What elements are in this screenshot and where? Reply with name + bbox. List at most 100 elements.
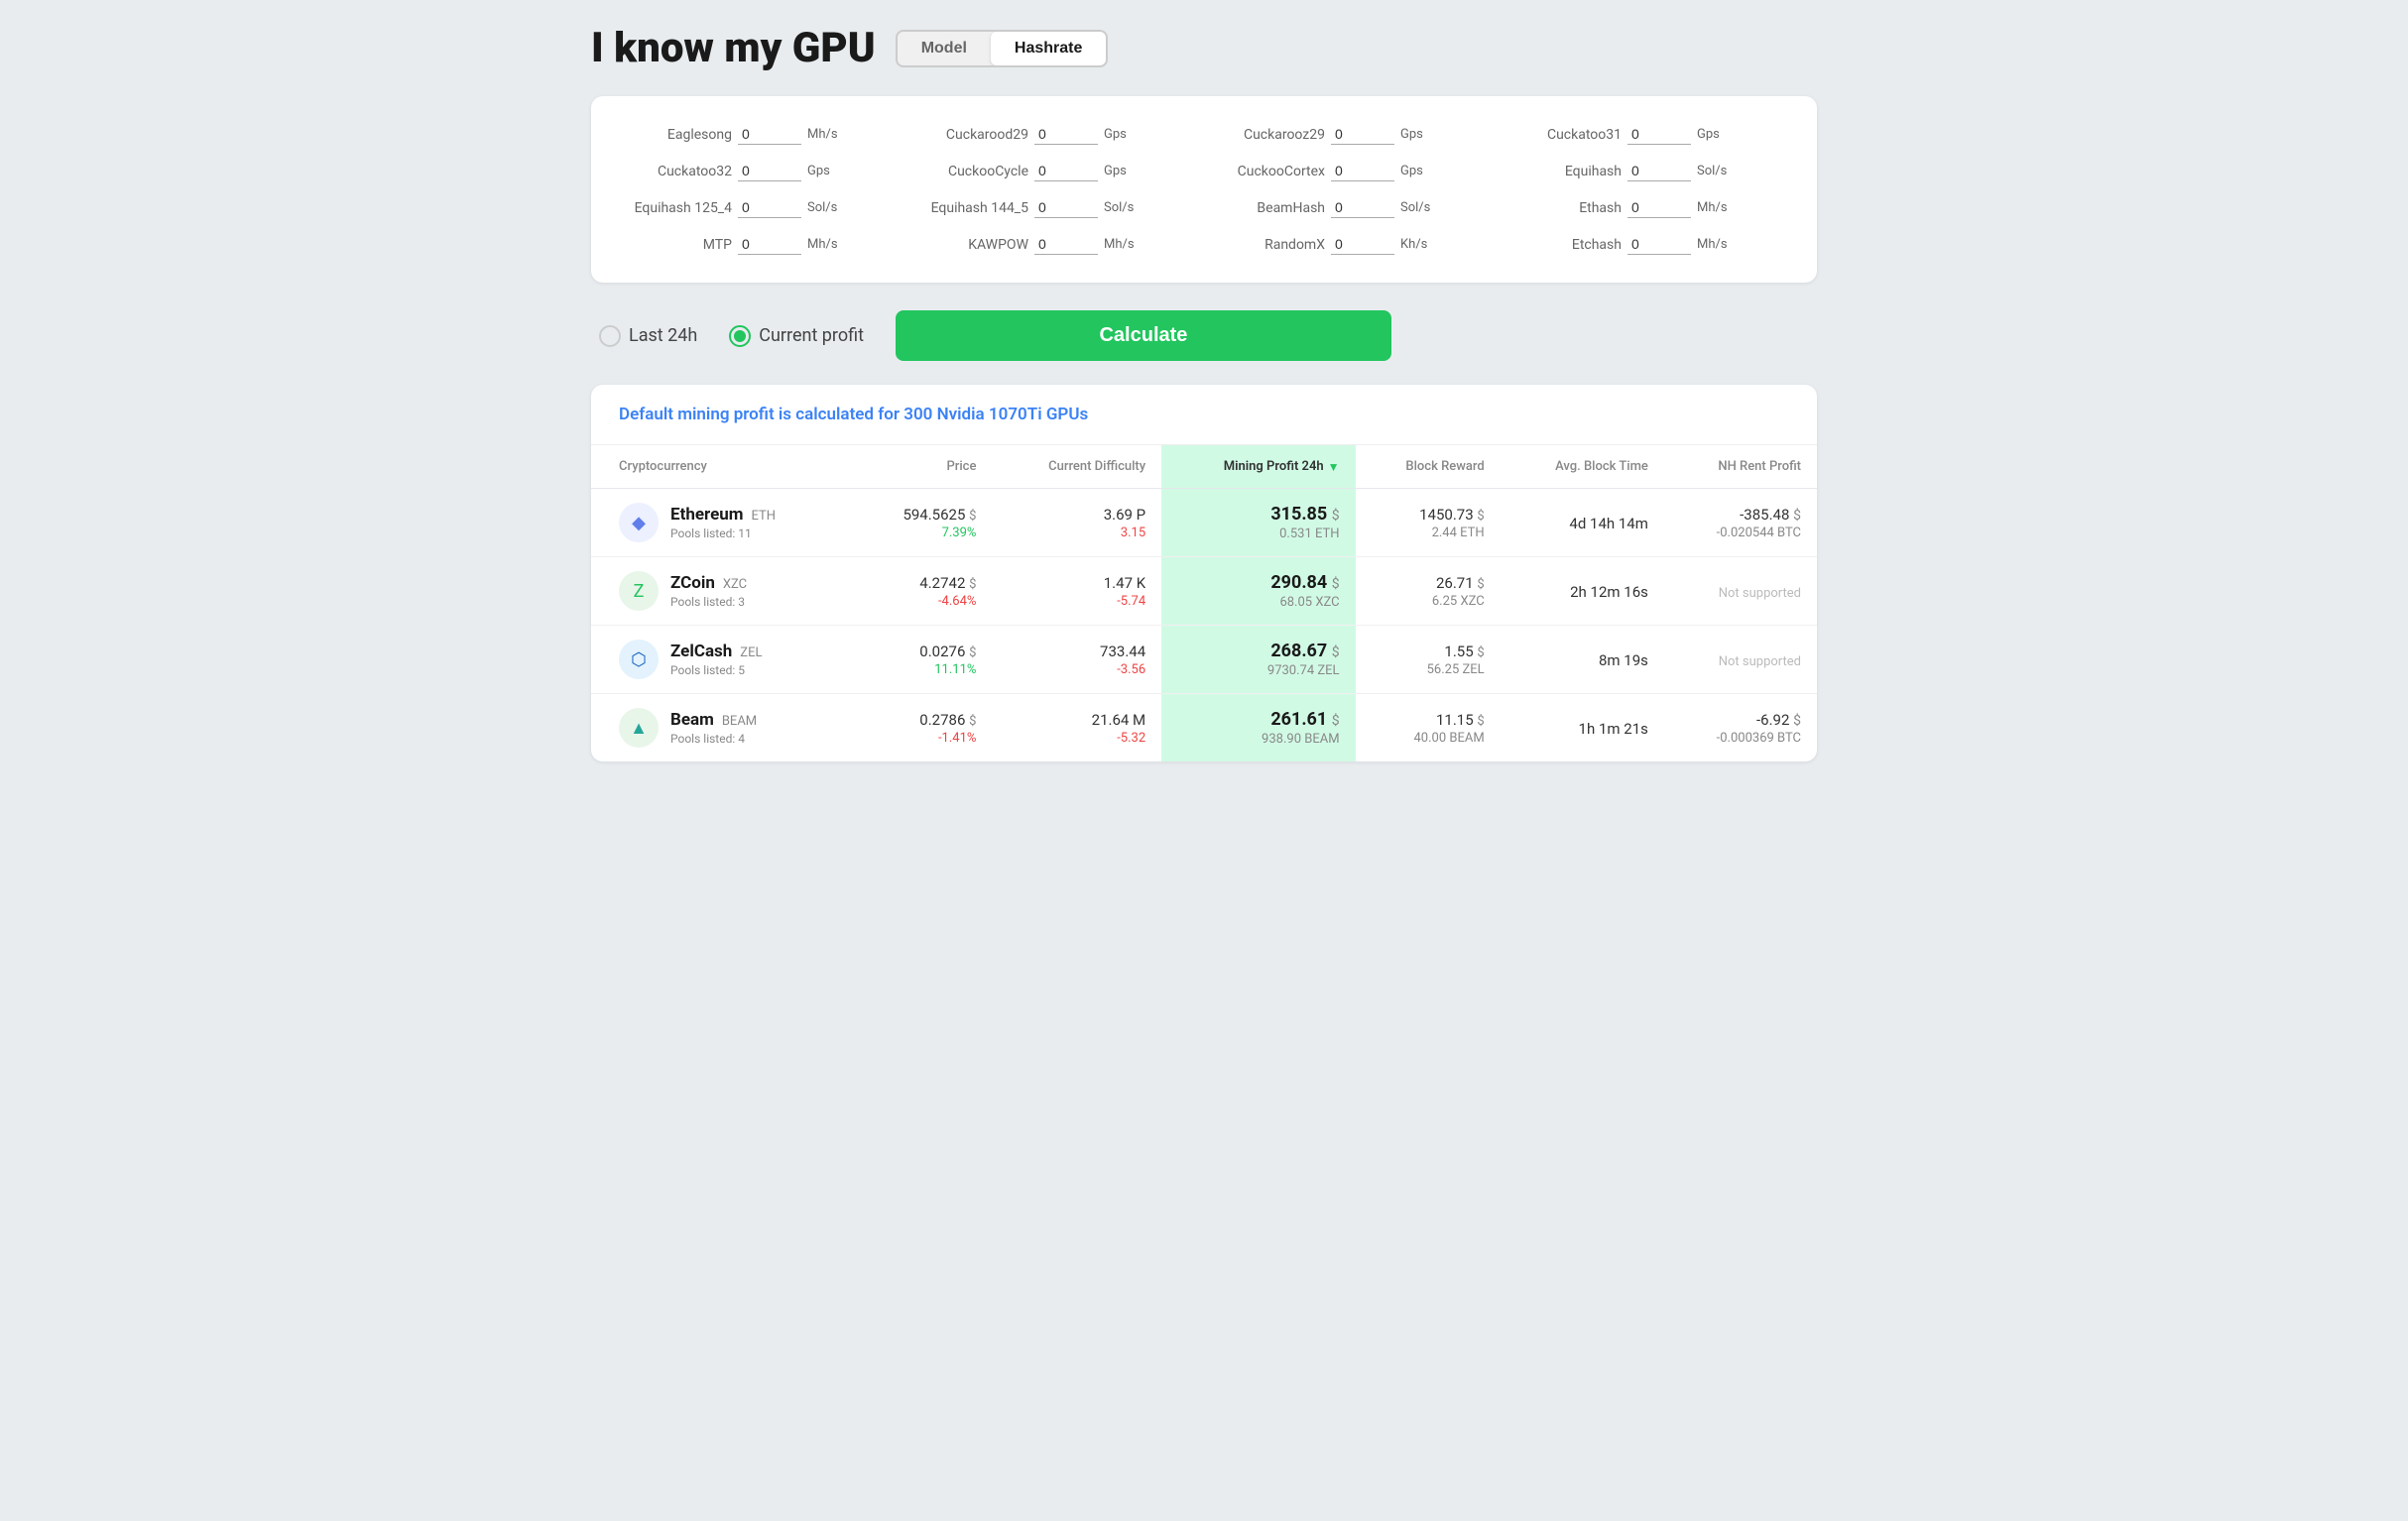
crypto-icon-0: ◆: [619, 503, 659, 542]
input-label-3: Cuckatoo31: [1512, 127, 1622, 143]
block-time-2: 8m 19s: [1599, 651, 1648, 669]
crypto-info-2: ZelCash ZEL Pools listed: 5: [670, 642, 762, 677]
input-label-6: CuckooCortex: [1216, 164, 1325, 179]
unit-label-13: Mh/s: [1104, 237, 1135, 252]
current-profit-label: Current profit: [759, 325, 864, 346]
hashrate-input-13[interactable]: [1034, 234, 1098, 255]
hashrate-group-equihash-125_4: Equihash 125_4 Sol/s: [623, 197, 896, 218]
block-main-3: 11.15 $: [1372, 711, 1485, 729]
price-change-0: 7.39%: [870, 526, 976, 540]
hashrate-input-1[interactable]: [1034, 124, 1098, 145]
profit-main-2: 268.67 $: [1177, 641, 1339, 661]
block-time-1: 2h 12m 16s: [1570, 583, 1648, 601]
mode-toggle[interactable]: Model Hashrate: [896, 30, 1109, 67]
hashrate-input-10[interactable]: [1331, 197, 1394, 218]
mode-hashrate-button[interactable]: Hashrate: [991, 32, 1106, 65]
block-sub-0: 2.44 ETH: [1372, 526, 1485, 540]
nh-not-supported: Not supported: [1719, 586, 1801, 601]
profit-table: Cryptocurrency Price Current Difficulty …: [591, 445, 1817, 761]
input-label-11: Ethash: [1512, 200, 1622, 216]
td-blocktime-3: 1h 1m 21s: [1501, 694, 1664, 762]
input-label-5: CuckooCycle: [919, 164, 1028, 179]
block-main-2: 1.55 $: [1372, 643, 1485, 660]
td-crypto-3: ▲ Beam BEAM Pools listed: 4: [591, 694, 854, 762]
input-label-1: Cuckarood29: [919, 127, 1028, 143]
unit-label-11: Mh/s: [1697, 200, 1728, 215]
profit-main-1: 290.84 $: [1177, 572, 1339, 593]
th-avg-block-time: Avg. Block Time: [1501, 445, 1664, 489]
td-nh-0: -385.48 $ -0.020544 BTC: [1664, 489, 1817, 557]
crypto-ticker-3: BEAM: [722, 714, 757, 729]
block-sub-3: 40.00 BEAM: [1372, 731, 1485, 746]
table-header-row: Cryptocurrency Price Current Difficulty …: [591, 445, 1817, 489]
price-change-2: 11.11%: [870, 662, 976, 677]
mode-model-button[interactable]: Model: [898, 32, 991, 65]
hashrate-input-9[interactable]: [1034, 197, 1098, 218]
crypto-pools-3: Pools listed: 4: [670, 732, 757, 746]
th-mining-profit[interactable]: Mining Profit 24h ▼: [1161, 445, 1355, 489]
input-label-10: BeamHash: [1216, 200, 1325, 216]
profit-sub-2: 9730.74 ZEL: [1177, 663, 1339, 678]
hashrate-input-5[interactable]: [1034, 161, 1098, 181]
hashrate-input-2[interactable]: [1331, 124, 1394, 145]
difficulty-change-2: -3.56: [1008, 662, 1145, 677]
difficulty-main-0: 3.69 P: [1008, 506, 1145, 524]
current-profit-radio[interactable]: Current profit: [729, 325, 864, 347]
table-row: ⬡ ZelCash ZEL Pools listed: 5 0.0276 $ 1…: [591, 626, 1817, 694]
unit-label-14: Kh/s: [1400, 237, 1427, 252]
hashrate-input-15[interactable]: [1627, 234, 1691, 255]
unit-label-12: Mh/s: [807, 237, 838, 252]
td-difficulty-1: 1.47 K -5.74: [992, 557, 1161, 626]
hashrate-group-cuckoocortex: CuckooCortex Gps: [1216, 161, 1489, 181]
td-nh-3: -6.92 $ -0.000369 BTC: [1664, 694, 1817, 762]
td-difficulty-3: 21.64 M -5.32: [992, 694, 1161, 762]
td-block-reward-0: 1450.73 $ 2.44 ETH: [1356, 489, 1501, 557]
unit-label-0: Mh/s: [807, 127, 838, 142]
td-profit-1: 290.84 $ 68.05 XZC: [1161, 557, 1355, 626]
hashrate-group-kawpow: KAWPOW Mh/s: [919, 234, 1192, 255]
unit-label-6: Gps: [1400, 164, 1423, 178]
td-price-1: 4.2742 $ -4.64%: [854, 557, 992, 626]
profit-main-3: 261.61 $: [1177, 709, 1339, 730]
input-label-8: Equihash 125_4: [623, 200, 732, 216]
crypto-ticker-2: ZEL: [740, 645, 762, 660]
hashrate-input-11[interactable]: [1627, 197, 1691, 218]
td-nh-2: Not supported: [1664, 626, 1817, 694]
hashrate-input-12[interactable]: [738, 234, 801, 255]
current-profit-radio-circle[interactable]: [729, 325, 751, 347]
hashrate-input-0[interactable]: [738, 124, 801, 145]
td-blocktime-0: 4d 14h 14m: [1501, 489, 1664, 557]
th-cryptocurrency: Cryptocurrency: [591, 445, 854, 489]
td-crypto-1: Z ZCoin XZC Pools listed: 3: [591, 557, 854, 626]
price-main-3: 0.2786 $: [870, 711, 976, 729]
hashrate-input-4[interactable]: [738, 161, 801, 181]
hashrate-group-cuckarooz29: Cuckarooz29 Gps: [1216, 124, 1489, 145]
nh-main-0: -385.48 $: [1680, 506, 1801, 524]
td-price-0: 594.5625 $ 7.39%: [854, 489, 992, 557]
difficulty-main-1: 1.47 K: [1008, 574, 1145, 592]
controls-row: Last 24h Current profit Calculate: [591, 310, 1817, 361]
input-label-13: KAWPOW: [919, 237, 1028, 253]
input-label-4: Cuckatoo32: [623, 164, 732, 179]
td-crypto-2: ⬡ ZelCash ZEL Pools listed: 5: [591, 626, 854, 694]
hashrate-group-cuckatoo31: Cuckatoo31 Gps: [1512, 124, 1785, 145]
hashrate-input-6[interactable]: [1331, 161, 1394, 181]
hashrate-input-7[interactable]: [1627, 161, 1691, 181]
crypto-ticker-0: ETH: [751, 509, 776, 524]
sort-arrow-icon: ▼: [1328, 460, 1340, 474]
hashrate-input-3[interactable]: [1627, 124, 1691, 145]
table-row: Z ZCoin XZC Pools listed: 3 4.2742 $ -4.…: [591, 557, 1817, 626]
hashrate-input-8[interactable]: [738, 197, 801, 218]
last24h-radio[interactable]: Last 24h: [599, 325, 697, 347]
last24h-label: Last 24h: [629, 325, 697, 346]
hashrate-group-equihash-144_5: Equihash 144_5 Sol/s: [919, 197, 1192, 218]
last24h-radio-circle[interactable]: [599, 325, 621, 347]
difficulty-main-3: 21.64 M: [1008, 711, 1145, 729]
table-row: ▲ Beam BEAM Pools listed: 4 0.2786 $ -1.…: [591, 694, 1817, 762]
unit-label-5: Gps: [1104, 164, 1127, 178]
calculate-button[interactable]: Calculate: [896, 310, 1391, 361]
block-sub-1: 6.25 XZC: [1372, 594, 1485, 609]
block-time-0: 4d 14h 14m: [1569, 515, 1647, 532]
hashrate-input-14[interactable]: [1331, 234, 1394, 255]
block-main-1: 26.71 $: [1372, 574, 1485, 592]
